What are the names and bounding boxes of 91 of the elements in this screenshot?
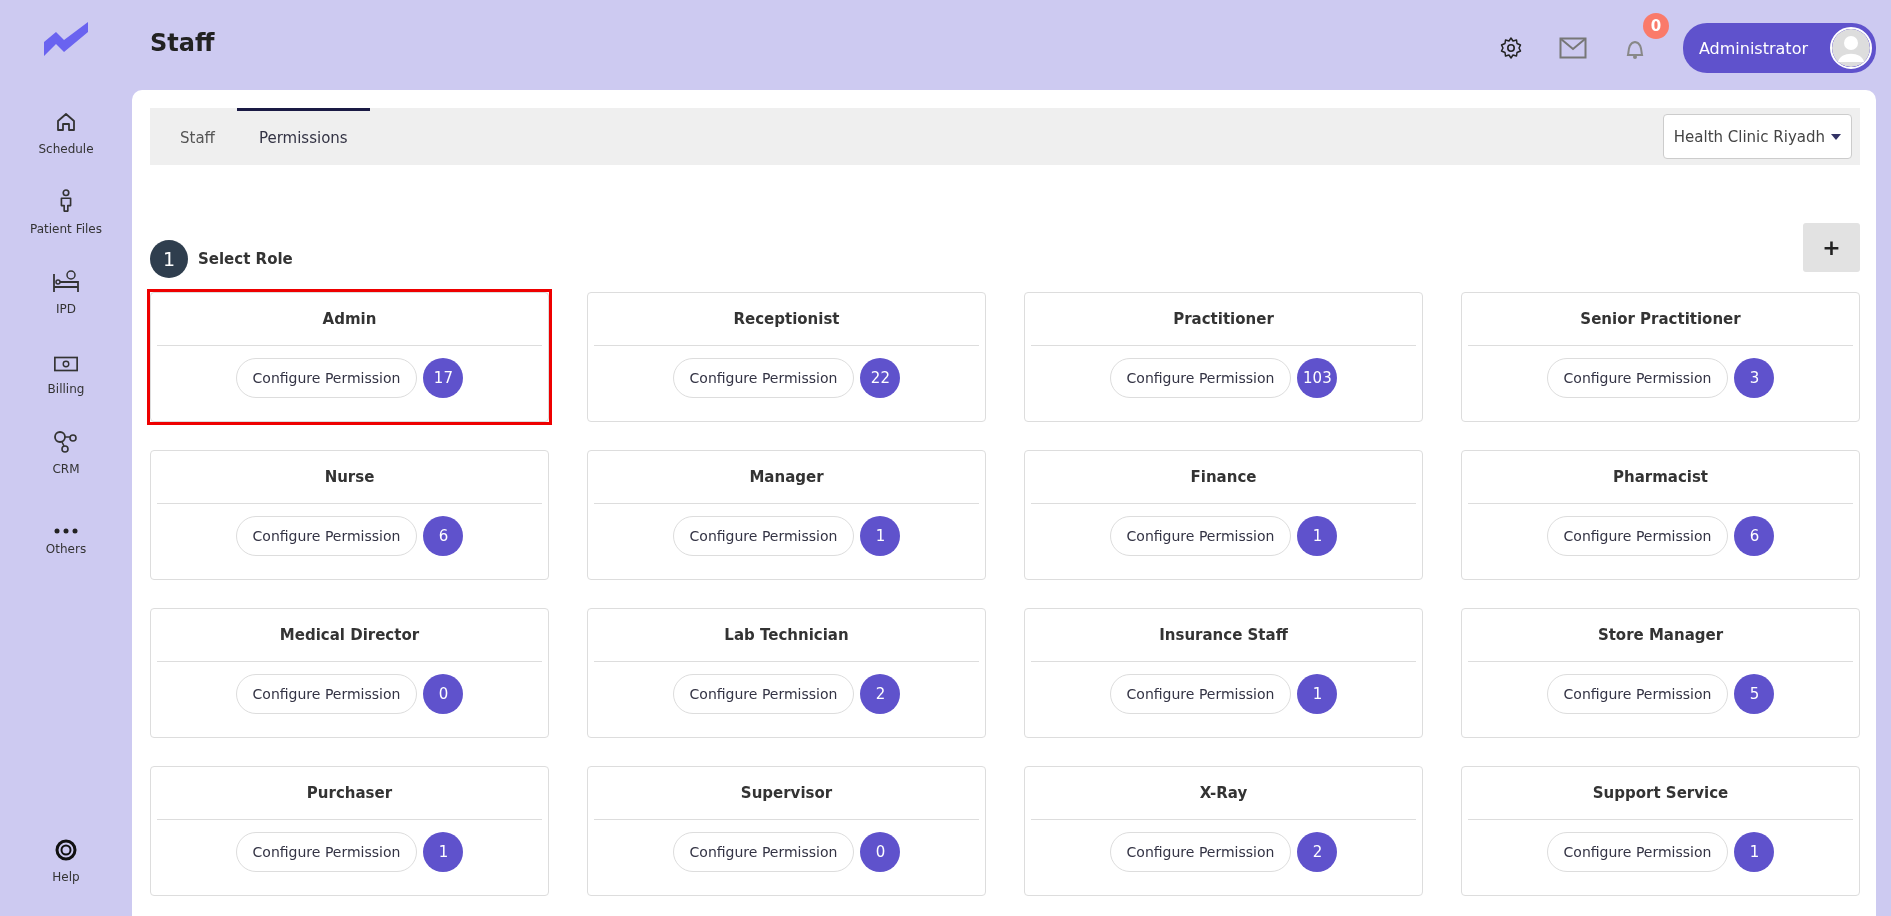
count-badge: 17 bbox=[423, 358, 464, 398]
role-card[interactable]: Finance Configure Permission 1 bbox=[1024, 450, 1423, 580]
configure-permission-button[interactable]: Configure Permission bbox=[1109, 674, 1292, 714]
count-badge: 0 bbox=[423, 674, 464, 714]
role-name: Lab Technician bbox=[594, 609, 979, 662]
nav-item[interactable]: Patient Files bbox=[30, 178, 102, 236]
count-badge: 6 bbox=[1734, 516, 1775, 556]
avatar-icon bbox=[1830, 27, 1872, 69]
role-card[interactable]: Lab Technician Configure Permission 2 bbox=[587, 608, 986, 738]
configure-permission-button[interactable]: Configure Permission bbox=[1109, 516, 1292, 556]
role-name: Senior Practitioner bbox=[1468, 293, 1853, 346]
count-badge: 1 bbox=[860, 516, 901, 556]
count-badge: 103 bbox=[1297, 358, 1338, 398]
role-card[interactable]: Purchaser Configure Permission 1 bbox=[150, 766, 549, 896]
role-name: Medical Director bbox=[157, 609, 542, 662]
configure-permission-button[interactable]: Configure Permission bbox=[672, 516, 855, 556]
role-name: Receptionist bbox=[594, 293, 979, 346]
count-badge: 3 bbox=[1734, 358, 1775, 398]
role-card[interactable]: Support Service Configure Permission 1 bbox=[1461, 766, 1860, 896]
configure-permission-button[interactable]: Configure Permission bbox=[1546, 358, 1729, 398]
nav-item[interactable]: Others bbox=[45, 498, 87, 556]
count-badge: 1 bbox=[1297, 516, 1338, 556]
role-card[interactable]: X-Ray Configure Permission 2 bbox=[1024, 766, 1423, 896]
nav-item[interactable]: IPD bbox=[52, 258, 80, 316]
role-name: Supervisor bbox=[594, 767, 979, 820]
configure-permission-button[interactable]: Configure Permission bbox=[672, 358, 855, 398]
count-badge: 2 bbox=[1297, 832, 1338, 872]
home-icon bbox=[54, 110, 78, 134]
nav-item[interactable]: Schedule bbox=[38, 98, 94, 156]
configure-permission-button[interactable]: Configure Permission bbox=[1109, 358, 1292, 398]
role-name: Insurance Staff bbox=[1031, 609, 1416, 662]
role-card[interactable]: Supervisor Configure Permission 0 bbox=[587, 766, 986, 896]
count-badge: 5 bbox=[1734, 674, 1775, 714]
mail-icon[interactable] bbox=[1558, 37, 1587, 59]
add-button[interactable]: + bbox=[1803, 223, 1860, 272]
notification-badge: 0 bbox=[1642, 13, 1669, 39]
user-menu[interactable]: Administrator bbox=[1682, 23, 1876, 73]
settings-icon[interactable] bbox=[1498, 36, 1523, 60]
role-card[interactable]: Nurse Configure Permission 6 bbox=[150, 450, 549, 580]
configure-permission-button[interactable]: Configure Permission bbox=[235, 516, 418, 556]
configure-permission-button[interactable]: Configure Permission bbox=[1546, 832, 1729, 872]
clinic-select[interactable]: Health Clinic Riyadh bbox=[1662, 114, 1852, 159]
configure-permission-button[interactable]: Configure Permission bbox=[672, 674, 855, 714]
help-item[interactable]: Help bbox=[52, 826, 80, 884]
role-card[interactable]: Store Manager Configure Permission 5 bbox=[1461, 608, 1860, 738]
configure-permission-button[interactable]: Configure Permission bbox=[235, 674, 418, 714]
lifebuoy-icon bbox=[54, 838, 78, 862]
configure-permission-button[interactable]: Configure Permission bbox=[1109, 832, 1292, 872]
count-badge: 6 bbox=[423, 516, 464, 556]
configure-permission-button[interactable]: Configure Permission bbox=[1546, 674, 1729, 714]
nav-item[interactable]: Billing bbox=[47, 338, 85, 396]
role-name: Nurse bbox=[157, 451, 542, 504]
role-name: Support Service bbox=[1468, 767, 1853, 820]
configure-permission-button[interactable]: Configure Permission bbox=[235, 832, 418, 872]
step-number: 1 bbox=[150, 240, 188, 278]
count-badge: 0 bbox=[860, 832, 901, 872]
role-card[interactable]: Practitioner Configure Permission 103 bbox=[1024, 292, 1423, 422]
tab[interactable]: Permissions bbox=[236, 108, 370, 165]
nav-item[interactable]: CRM bbox=[52, 418, 80, 476]
banknote-icon bbox=[53, 354, 79, 374]
role-name: Manager bbox=[594, 451, 979, 504]
role-name: Purchaser bbox=[157, 767, 542, 820]
configure-permission-button[interactable]: Configure Permission bbox=[672, 832, 855, 872]
step-label: Select Role bbox=[198, 250, 293, 268]
page-title: Staff bbox=[150, 29, 215, 57]
role-card[interactable]: Manager Configure Permission 1 bbox=[587, 450, 986, 580]
caret-icon bbox=[1831, 133, 1841, 140]
count-badge: 1 bbox=[1297, 674, 1338, 714]
more-icon bbox=[54, 528, 78, 534]
role-name: Store Manager bbox=[1468, 609, 1853, 662]
bed-icon bbox=[52, 270, 80, 294]
nodes-icon bbox=[53, 430, 79, 454]
role-name: Pharmacist bbox=[1468, 451, 1853, 504]
role-name: Admin bbox=[157, 293, 542, 346]
count-badge: 1 bbox=[423, 832, 464, 872]
configure-permission-button[interactable]: Configure Permission bbox=[1546, 516, 1729, 556]
count-badge: 1 bbox=[1734, 832, 1775, 872]
logo-icon bbox=[44, 22, 88, 56]
role-name: X-Ray bbox=[1031, 767, 1416, 820]
role-card[interactable]: Admin Configure Permission 17 bbox=[150, 292, 549, 422]
count-badge: 2 bbox=[860, 674, 901, 714]
tab[interactable]: Staff bbox=[158, 108, 237, 165]
configure-permission-button[interactable]: Configure Permission bbox=[235, 358, 418, 398]
count-badge: 22 bbox=[860, 358, 901, 398]
role-name: Practitioner bbox=[1031, 293, 1416, 346]
role-card[interactable]: Senior Practitioner Configure Permission 3 bbox=[1461, 292, 1860, 422]
role-card[interactable]: Insurance Staff Configure Permission 1 bbox=[1024, 608, 1423, 738]
role-card[interactable]: Receptionist Configure Permission 22 bbox=[587, 292, 986, 422]
role-card[interactable]: Pharmacist Configure Permission 6 bbox=[1461, 450, 1860, 580]
role-name: Finance bbox=[1031, 451, 1416, 504]
role-card[interactable]: Medical Director Configure Permission 0 bbox=[150, 608, 549, 738]
